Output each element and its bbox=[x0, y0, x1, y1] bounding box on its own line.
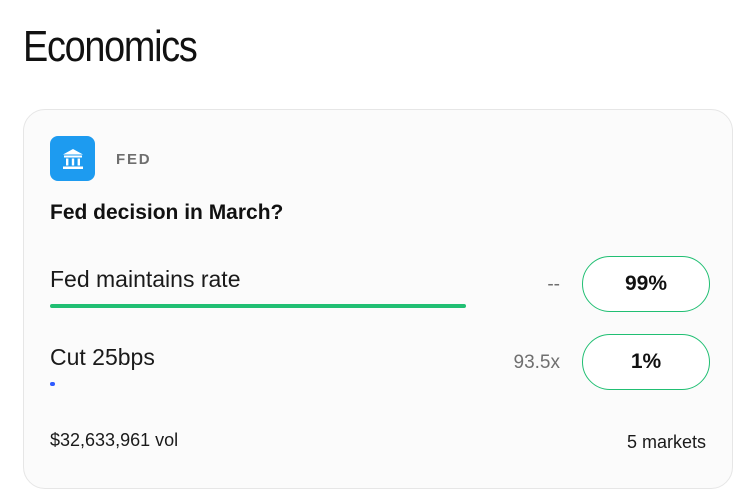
outcome-label: Fed maintains rate bbox=[50, 266, 241, 292]
section-title: Economics bbox=[23, 22, 198, 71]
market-volume: $32,633,961 vol bbox=[50, 430, 179, 450]
market-question[interactable]: Fed decision in March? bbox=[50, 201, 283, 225]
outcome-probability-bar bbox=[50, 304, 474, 308]
outcome-chance-button[interactable]: 1% bbox=[582, 334, 710, 390]
category-label[interactable]: FED bbox=[116, 151, 151, 168]
outcome-multiplier: -- bbox=[547, 274, 560, 295]
outcome-row: Cut 25bps 93.5x 1% bbox=[50, 334, 710, 394]
market-card[interactable]: FED Fed decision in March? Fed maintains… bbox=[23, 109, 733, 489]
outcome-multiplier: 93.5x bbox=[513, 352, 560, 373]
markets-count[interactable]: 5 markets bbox=[627, 432, 706, 453]
outcome-label: Cut 25bps bbox=[50, 344, 155, 370]
outcome-row: Fed maintains rate -- 99% bbox=[50, 256, 710, 316]
outcome-probability-fill bbox=[50, 382, 55, 386]
bank-building-icon bbox=[50, 136, 95, 181]
outcome-probability-fill bbox=[50, 304, 466, 308]
outcome-chance-button[interactable]: 99% bbox=[582, 256, 710, 312]
outcome-probability-bar bbox=[50, 382, 474, 386]
